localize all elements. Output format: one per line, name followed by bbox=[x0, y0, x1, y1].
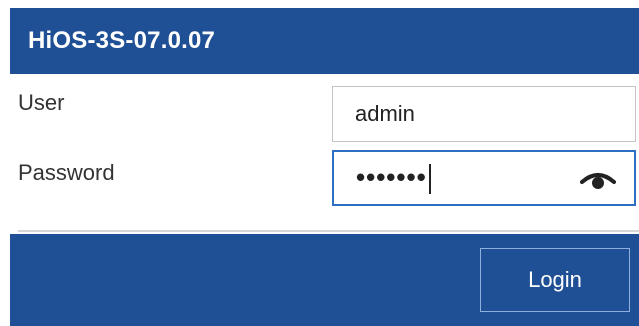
form-divider bbox=[18, 230, 639, 232]
password-field[interactable]: ••••••• bbox=[332, 150, 636, 206]
form-body: User admin Password ••••••• bbox=[10, 74, 639, 234]
title-bar: HiOS-3S-07.0.07 bbox=[10, 8, 639, 74]
password-field-value: ••••••• bbox=[356, 162, 431, 195]
user-field-value: admin bbox=[355, 101, 415, 126]
login-button[interactable]: Login bbox=[480, 248, 630, 312]
user-label: User bbox=[18, 90, 65, 115]
text-caret bbox=[428, 164, 431, 195]
top-strip bbox=[0, 0, 639, 8]
footer-bar: Login bbox=[10, 234, 639, 326]
login-dialog: HiOS-3S-07.0.07 User admin Password ••••… bbox=[0, 0, 639, 326]
dialog-title: HiOS-3S-07.0.07 bbox=[28, 27, 216, 54]
password-label: Password bbox=[18, 160, 115, 185]
password-masked-text: ••••••• bbox=[356, 162, 427, 192]
eye-icon[interactable] bbox=[580, 166, 616, 192]
user-field[interactable]: admin bbox=[332, 86, 636, 142]
